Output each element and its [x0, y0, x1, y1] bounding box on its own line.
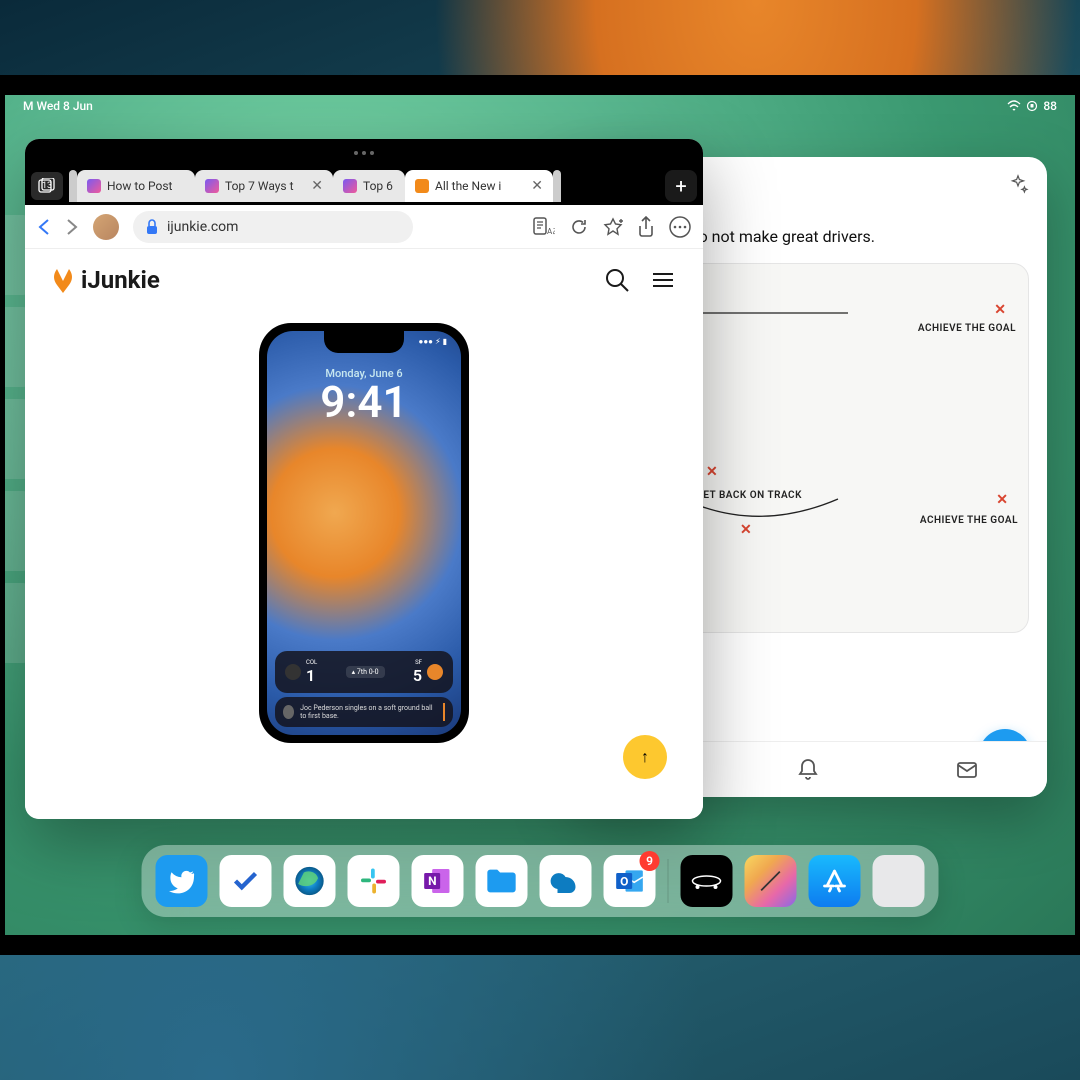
dock-app-twitter[interactable] — [156, 855, 208, 907]
reader-button[interactable]: Aあ — [533, 217, 555, 237]
more-button[interactable] — [669, 216, 691, 238]
dock-app-recent-procreate[interactable] — [681, 855, 733, 907]
search-icon[interactable] — [603, 266, 631, 294]
appstore-icon — [820, 866, 850, 896]
cloud-icon — [548, 869, 584, 893]
skate-icon — [690, 867, 724, 895]
dock-app-onedrive[interactable] — [540, 855, 592, 907]
notification-badge: 9 — [640, 851, 660, 871]
achieve-label-2: ACHIEVE THE GOAL — [920, 514, 1018, 527]
tab-switcher-button[interactable]: 13 — [31, 172, 63, 200]
svg-text:O: O — [620, 875, 628, 889]
back-button[interactable] — [37, 218, 51, 236]
get-back-label: GET BACK ON TRACK — [696, 489, 802, 502]
news-widget: Joc Pederson singles on a soft ground ba… — [275, 697, 453, 727]
lock-screen-time: 9:41 — [267, 380, 461, 424]
team-logo-icon — [285, 664, 301, 680]
favicon — [343, 179, 357, 193]
x-mark-icon: ✕ — [994, 302, 1006, 318]
sparkle-icon[interactable] — [1007, 174, 1029, 196]
hidden-tab-edge[interactable] — [553, 170, 561, 202]
tab-bar: 13 How to Post Top 7 Ways t ✕ Top 6 — [25, 167, 703, 205]
ipad-screen: M Wed 8 Jun 88 straight roads do not mak… — [5, 95, 1075, 935]
messages-icon[interactable] — [955, 758, 979, 782]
svg-text:Aあ: Aあ — [547, 227, 555, 236]
lock-icon — [145, 219, 159, 235]
status-time-date: M Wed 8 Jun — [23, 99, 93, 113]
close-tab-icon[interactable]: ✕ — [531, 178, 543, 194]
scroll-to-top-button[interactable]: ↑ — [623, 735, 667, 779]
bookmark-button[interactable] — [603, 217, 623, 237]
status-bar: M Wed 8 Jun 88 — [5, 95, 1075, 117]
dock: N O 9 — [142, 845, 939, 917]
favicon — [205, 179, 219, 193]
profile-avatar[interactable] — [93, 214, 119, 240]
share-button[interactable] — [637, 216, 655, 238]
iphone-mockup: ●●● ⚡︎ ▮ Monday, June 6 9:41 COL1 ▴ 7th … — [259, 323, 469, 743]
tab-label: All the New i — [435, 179, 501, 193]
notifications-icon[interactable] — [796, 758, 820, 782]
x-mark-icon: ✕ — [706, 464, 718, 480]
dock-separator — [668, 859, 669, 903]
achieve-label: ACHIEVE THE GOAL — [918, 322, 1016, 335]
site-header: iJunkie — [25, 249, 703, 311]
team-logo-icon — [427, 664, 443, 680]
dock-app-slack[interactable] — [348, 855, 400, 907]
x-mark-icon: ✕ — [996, 492, 1008, 508]
dock-app-files[interactable] — [476, 855, 528, 907]
folder-icon — [485, 866, 519, 896]
safari-window[interactable]: 13 How to Post Top 7 Ways t ✕ Top 6 — [25, 139, 703, 819]
page-content[interactable]: iJunkie ●●● ⚡︎ ▮ Monday, June 6 9:41 — [25, 249, 703, 819]
close-tab-icon[interactable]: ✕ — [311, 178, 323, 194]
ipad-device-frame: M Wed 8 Jun 88 straight roads do not mak… — [0, 75, 1080, 955]
tab-label: Top 6 — [363, 179, 393, 193]
slack-icon — [359, 866, 389, 896]
hero-phone-image: ●●● ⚡︎ ▮ Monday, June 6 9:41 COL1 ▴ 7th … — [25, 311, 703, 743]
brush-icon — [757, 867, 785, 895]
forward-button[interactable] — [65, 218, 79, 236]
favicon — [87, 179, 101, 193]
url-text: ijunkie.com — [167, 219, 238, 235]
window-titlebar[interactable] — [25, 139, 703, 167]
new-tab-button[interactable]: + — [665, 170, 697, 202]
dock-app-onenote[interactable]: N — [412, 855, 464, 907]
phone-status-bar: ●●● ⚡︎ ▮ — [267, 337, 461, 346]
multitask-dots-icon[interactable] — [354, 151, 374, 155]
ijunkie-logo-icon — [51, 267, 75, 293]
wifi-icon — [1007, 100, 1021, 112]
dock-app-todo[interactable] — [220, 855, 272, 907]
onenote-icon: N — [422, 865, 454, 897]
edge-icon — [293, 864, 327, 898]
browser-toolbar: ijunkie.com Aあ — [25, 205, 703, 249]
outlook-icon: O — [614, 865, 646, 897]
dock-app-folder[interactable] — [873, 855, 925, 907]
tab-label: Top 7 Ways t — [225, 179, 294, 193]
menu-icon[interactable] — [649, 266, 677, 294]
check-icon — [231, 866, 261, 896]
address-bar[interactable]: ijunkie.com — [133, 211, 413, 243]
site-logo[interactable]: iJunkie — [51, 266, 160, 294]
browser-tab[interactable]: Top 7 Ways t ✕ — [195, 170, 333, 202]
status-right: 88 — [1007, 99, 1057, 113]
browser-tab[interactable]: Top 6 — [333, 170, 405, 202]
reload-button[interactable] — [569, 217, 589, 237]
svg-text:N: N — [428, 874, 436, 888]
avatar-icon — [283, 705, 294, 719]
dock-app-outlook[interactable]: O 9 — [604, 855, 656, 907]
favicon — [415, 179, 429, 193]
dock-app-edge[interactable] — [284, 855, 336, 907]
battery-percent: 88 — [1043, 99, 1057, 113]
twitter-icon — [167, 866, 197, 896]
x-mark-icon: ✕ — [740, 522, 752, 538]
browser-tab-active[interactable]: All the New i ✕ — [405, 170, 553, 202]
browser-tab[interactable]: How to Post — [77, 170, 195, 202]
dock-app-recent-appstore[interactable] — [809, 855, 861, 907]
tab-label: How to Post — [107, 179, 172, 193]
sports-widget: COL1 ▴ 7th 0-0 SF5 — [275, 651, 453, 693]
rotation-lock-icon — [1026, 100, 1038, 112]
hidden-tab-edge[interactable] — [69, 170, 77, 202]
dock-app-recent-art[interactable] — [745, 855, 797, 907]
